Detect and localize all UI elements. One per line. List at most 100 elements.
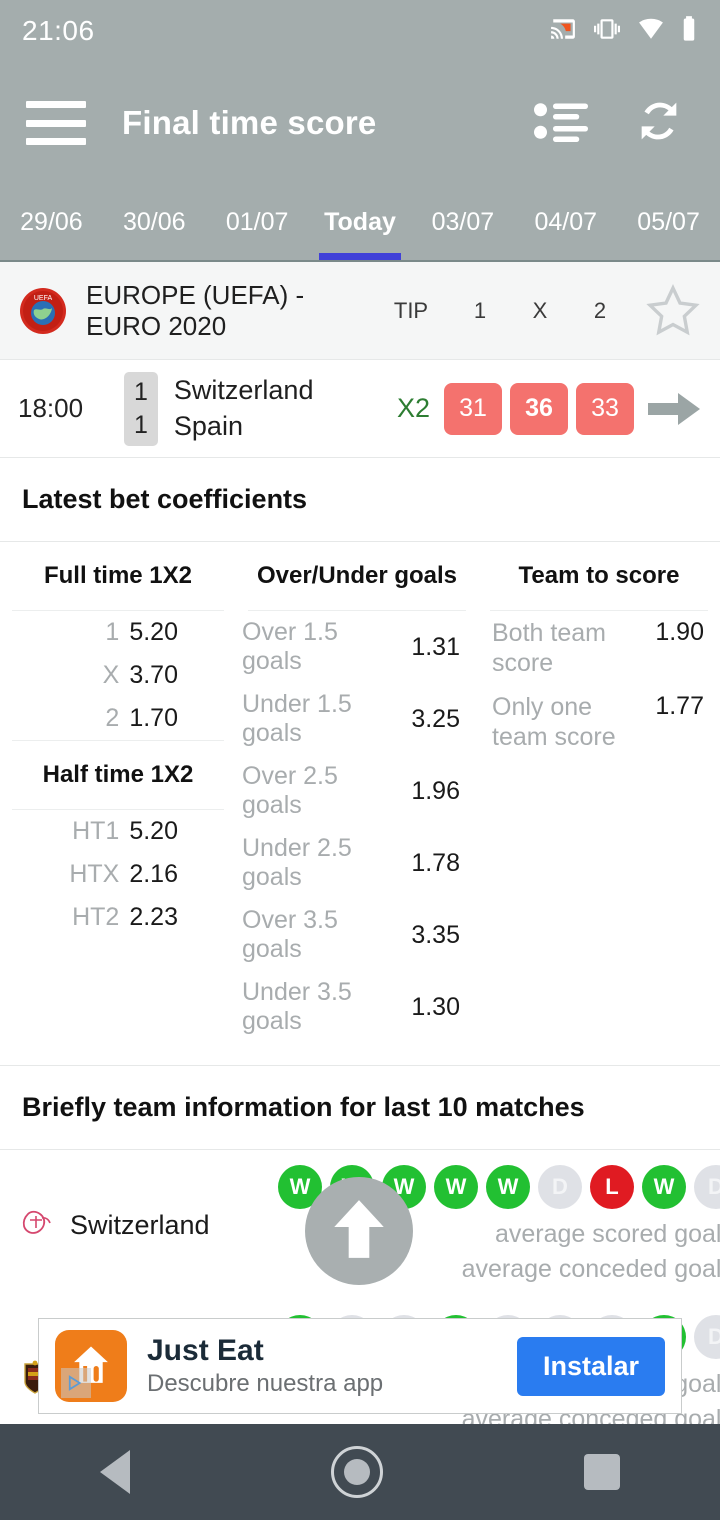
bet-coefficients-grid: Full time 1X2 1 5.20 X 3.70 2 1.70 Half … [0,542,720,1043]
bet-item-value: 3.25 [411,704,460,733]
date-tab-6[interactable]: 05/07 [617,184,720,260]
date-tab-0[interactable]: 29/06 [0,184,103,260]
date-tab-label: 01/07 [225,207,289,236]
date-tab-label: 04/07 [534,207,597,236]
date-tab-5[interactable]: 04/07 [514,184,617,260]
league-header-row[interactable]: UEFA EUROPE (UEFA) - EURO 2020 TIP 1 X 2 [0,262,720,360]
coefficient-2[interactable]: 33 [576,382,634,435]
bet-item-value: 1.96 [411,776,460,805]
bet-section-title: Latest bet coefficients [0,458,720,542]
bet-item[interactable]: 2 1.70 [0,697,236,740]
bet-item-label: X [102,661,120,689]
bet-item-label: HT2 [72,903,120,931]
date-tab-label: 30/06 [123,207,186,236]
bet-item[interactable]: Under 2.5 goals 1.78 [236,827,478,899]
date-tab-label: 03/07 [431,207,495,236]
bet-item[interactable]: Under 3.5 goals 1.30 [236,971,478,1043]
bet-item-value: 1.90 [655,618,704,646]
ad-install-button[interactable]: Instalar [516,1336,665,1396]
odds-column-headers: TIP 1 X 2 [372,298,630,324]
list-view-icon[interactable] [532,96,594,151]
cast-icon [548,16,578,47]
bet-item-label: Only one team score [492,693,616,751]
hamburger-menu-icon[interactable] [26,101,86,145]
score-home: 1 [134,377,148,406]
bet-item-value: 1.30 [411,992,460,1021]
form-badge: W [642,1165,686,1209]
match-time: 18:00 [18,393,84,423]
date-tab-2[interactable]: 01/07 [206,184,309,260]
form-badge: W [486,1165,530,1209]
date-tab-1[interactable]: 30/06 [103,184,206,260]
bet-item[interactable]: X 3.70 [0,654,236,697]
date-tab-4[interactable]: 03/07 [411,184,514,260]
team-home-name: Switzerland [173,374,314,405]
bet-item[interactable]: Under 1.5 goals 3.25 [236,683,478,755]
avg-conceded-line: average conceded goals 1.3 [462,1254,720,1285]
bet-item-label: Over 3.5 goals [242,906,338,963]
bet-item[interactable]: Over 2.5 goals 1.96 [236,755,478,827]
avg-conceded-label: average conceded goals [461,1255,720,1283]
home-button[interactable] [330,1446,383,1498]
bet-item[interactable]: 1 5.20 [0,611,236,654]
ad-banner[interactable]: Just Eat Descubre nuestra app Instalar [38,1318,682,1414]
form-badge: L [590,1165,634,1209]
just-eat-logo [55,1330,127,1402]
date-tab-label: Today [324,207,396,236]
bet-column-overunder: Over/Under goals Over 1.5 goals 1.31 Und… [236,542,478,1043]
team-away-name: Spain [173,410,243,441]
switzerland-flag-icon [18,1208,56,1242]
bet-item-label: Under 3.5 goals [242,978,352,1035]
bet-item-label: Both team score [492,619,606,677]
bet-item[interactable]: HT1 5.20 [0,810,236,853]
league-name: EUROPE (UEFA) - EURO 2020 [86,279,305,341]
battery-icon [680,15,698,48]
back-button[interactable] [100,1450,131,1494]
coefficient-1[interactable]: 31 [444,382,502,435]
bet-item-value: 1.78 [411,848,460,877]
refresh-icon[interactable] [630,95,688,152]
status-bar-icons [548,15,698,48]
bet-item-value: 3.70 [129,661,178,689]
date-tabs: 29/06 30/06 01/07 Today 03/07 04/07 05/0… [0,184,720,260]
date-tab-label: 05/07 [637,207,700,236]
odds-header-1: 1 [473,297,487,323]
bet-item-label: HTX [69,860,120,888]
bet-item-value: 1.70 [129,704,178,732]
recents-button[interactable] [583,1454,620,1490]
bet-item[interactable]: Over 3.5 goals 3.35 [236,899,478,971]
bet-item[interactable]: HT2 2.23 [0,896,236,939]
bet-item-value: 1.31 [411,632,460,661]
date-tab-today[interactable]: Today [309,184,412,260]
bet-item[interactable]: HTX 2.16 [0,853,236,896]
match-teams: Switzerland Spain [174,373,397,444]
bet-item-label: 1 [105,618,120,646]
bet-item-label: Over 1.5 goals [242,618,338,675]
ad-choices-icon[interactable] [61,1368,91,1398]
android-nav-bar [0,1424,720,1520]
form-badge: D [694,1165,720,1209]
bet-item-value: 1.77 [655,692,704,720]
arrow-up-icon [328,1196,390,1267]
bet-item-label: HT1 [72,817,120,845]
arrow-right-icon[interactable] [646,389,702,429]
avg-scored-label: average scored goals [494,1220,720,1248]
bet-column-fulltime: Full time 1X2 1 5.20 X 3.70 2 1.70 Half … [0,542,236,1043]
bet-column-header: Full time 1X2 [12,542,224,611]
ad-text-block: Just Eat Descubre nuestra app [147,1334,517,1399]
star-outline-icon[interactable] [644,282,702,340]
form-badge: D [694,1315,720,1359]
coefficient-x[interactable]: 36 [510,382,568,435]
match-coefficients: 31 36 33 [444,382,634,435]
scroll-to-top-button[interactable] [305,1177,413,1285]
match-row[interactable]: 18:00 1 1 Switzerland Spain X2 31 36 33 [0,360,720,458]
bet-item[interactable]: Only one team score 1.77 [478,685,720,759]
uefa-logo: UEFA [18,286,68,336]
bet-item-value: 5.20 [129,817,178,845]
app-bar-actions [532,95,694,152]
bet-item[interactable]: Both team score 1.90 [478,611,720,685]
home-inner-dot [343,1459,370,1485]
team-identity: Switzerland [18,1208,278,1242]
app-bar: Final time score [0,62,720,184]
bet-item[interactable]: Over 1.5 goals 1.31 [236,611,478,683]
